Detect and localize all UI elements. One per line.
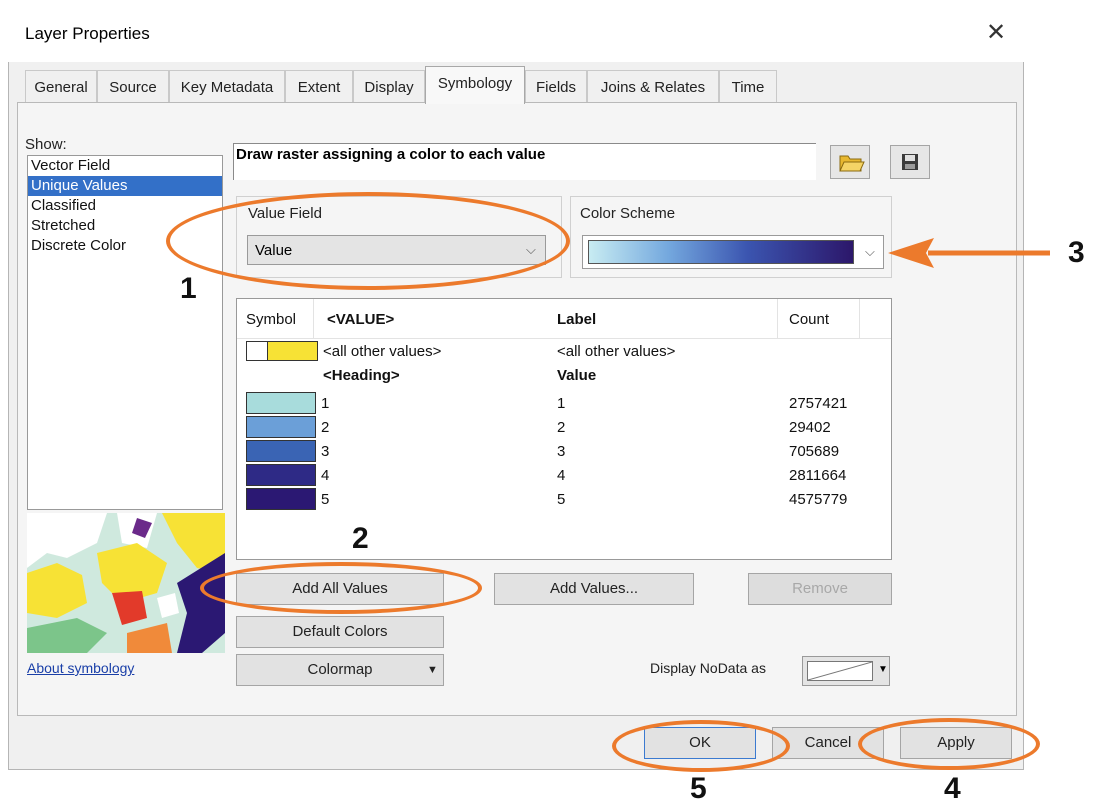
row-count: 4575779	[789, 491, 848, 508]
annotation-ellipse-apply	[858, 718, 1040, 770]
tab-time[interactable]: Time	[719, 70, 777, 102]
show-list[interactable]: Vector Field Unique Values Classified St…	[27, 155, 223, 510]
row-value: 1	[321, 395, 330, 412]
header-symbol[interactable]: Symbol	[246, 311, 296, 328]
header-value[interactable]: <VALUE>	[327, 311, 394, 328]
header-count[interactable]: Count	[789, 311, 829, 328]
row-count: 2757421	[789, 395, 848, 412]
row-label: 1	[557, 395, 566, 412]
header-label[interactable]: Label	[557, 311, 596, 328]
values-table[interactable]: Symbol <VALUE> Label Count <all other va…	[236, 298, 892, 560]
row-swatch[interactable]	[246, 392, 316, 414]
row-count: 29402	[789, 419, 831, 436]
row-swatch[interactable]	[246, 416, 316, 438]
annotation-arrow-icon	[888, 238, 1050, 268]
heading-value: <Heading>	[323, 367, 400, 384]
dropdown-arrow-icon: ▼	[427, 664, 438, 676]
tab-display[interactable]: Display	[353, 70, 425, 102]
title-bar	[8, 8, 1024, 62]
row-label: 2	[557, 419, 566, 436]
table-row[interactable]: 3 3 705689	[237, 440, 891, 464]
row-label: 4	[557, 467, 566, 484]
row-count: 705689	[789, 443, 840, 460]
dropdown-arrow-icon: ▼	[878, 664, 888, 675]
row-swatch[interactable]	[246, 464, 316, 486]
nodata-swatch	[807, 661, 873, 681]
all-other-swatch[interactable]	[246, 341, 318, 361]
tab-general[interactable]: General	[25, 70, 97, 102]
default-colors-button[interactable]: Default Colors	[236, 616, 444, 648]
annotation-ellipse-value-field	[166, 192, 570, 290]
row-label: 3	[557, 443, 566, 460]
tab-key-metadata[interactable]: Key Metadata	[169, 70, 285, 102]
tab-fields[interactable]: Fields	[525, 70, 587, 102]
colormap-button[interactable]: Colormap ▼	[236, 654, 444, 686]
window-title: Layer Properties	[25, 24, 150, 43]
color-scheme-label: Color Scheme	[580, 205, 676, 222]
annotation-number-2: 2	[352, 522, 369, 555]
all-other-value: <all other values>	[323, 343, 442, 360]
color-scheme-dropdown[interactable]: ⌵	[582, 235, 884, 269]
row-value: 3	[321, 443, 330, 460]
remove-button[interactable]: Remove	[748, 573, 892, 605]
tab-symbology[interactable]: Symbology	[425, 66, 525, 104]
chevron-down-icon: ⌵	[865, 245, 875, 260]
open-folder-icon	[839, 155, 865, 172]
open-folder-button[interactable]	[830, 145, 870, 179]
annotation-number-1: 1	[180, 272, 197, 305]
all-other-label: <all other values>	[557, 343, 676, 360]
show-item-unique-values[interactable]: Unique Values	[28, 176, 222, 196]
row-value: 5	[321, 491, 330, 508]
symbology-preview-image	[27, 513, 225, 653]
save-button[interactable]	[890, 145, 930, 179]
annotation-ellipse-add-all	[200, 562, 482, 614]
annotation-number-3: 3	[1068, 236, 1085, 269]
show-label: Show:	[25, 136, 67, 153]
close-icon[interactable]: ✕	[986, 18, 1006, 46]
add-values-button[interactable]: Add Values...	[494, 573, 694, 605]
row-count: 2811664	[789, 467, 847, 484]
row-label: 5	[557, 491, 566, 508]
row-swatch[interactable]	[246, 440, 316, 462]
annotation-ellipse-ok	[612, 720, 790, 772]
nodata-color-picker[interactable]: ▼	[802, 656, 890, 686]
row-value: 2	[321, 419, 330, 436]
row-swatch[interactable]	[246, 488, 316, 510]
heading-label: Value	[557, 367, 597, 384]
tab-source[interactable]: Source	[97, 70, 169, 102]
table-row[interactable]: 4 4 2811664	[237, 464, 891, 488]
annotation-number-5: 5	[690, 772, 707, 805]
row-value: 4	[321, 467, 330, 484]
tab-extent[interactable]: Extent	[285, 70, 353, 102]
tab-joins-relates[interactable]: Joins & Relates	[587, 70, 719, 102]
table-row[interactable]: 1 1 2757421	[237, 392, 891, 416]
colormap-label: Colormap	[307, 661, 373, 678]
save-icon	[902, 154, 918, 170]
about-symbology-link[interactable]: About symbology	[27, 660, 134, 676]
description-text: Draw raster assigning a color to each va…	[236, 146, 546, 163]
annotation-number-4: 4	[944, 772, 961, 805]
table-row[interactable]: 2 2 29402	[237, 416, 891, 440]
show-item-classified[interactable]: Classified	[28, 196, 222, 216]
table-row[interactable]: 5 5 4575779	[237, 488, 891, 512]
color-ramp-swatch	[588, 240, 854, 264]
show-item-vector-field[interactable]: Vector Field	[28, 156, 222, 176]
nodata-label: Display NoData as	[650, 660, 766, 676]
